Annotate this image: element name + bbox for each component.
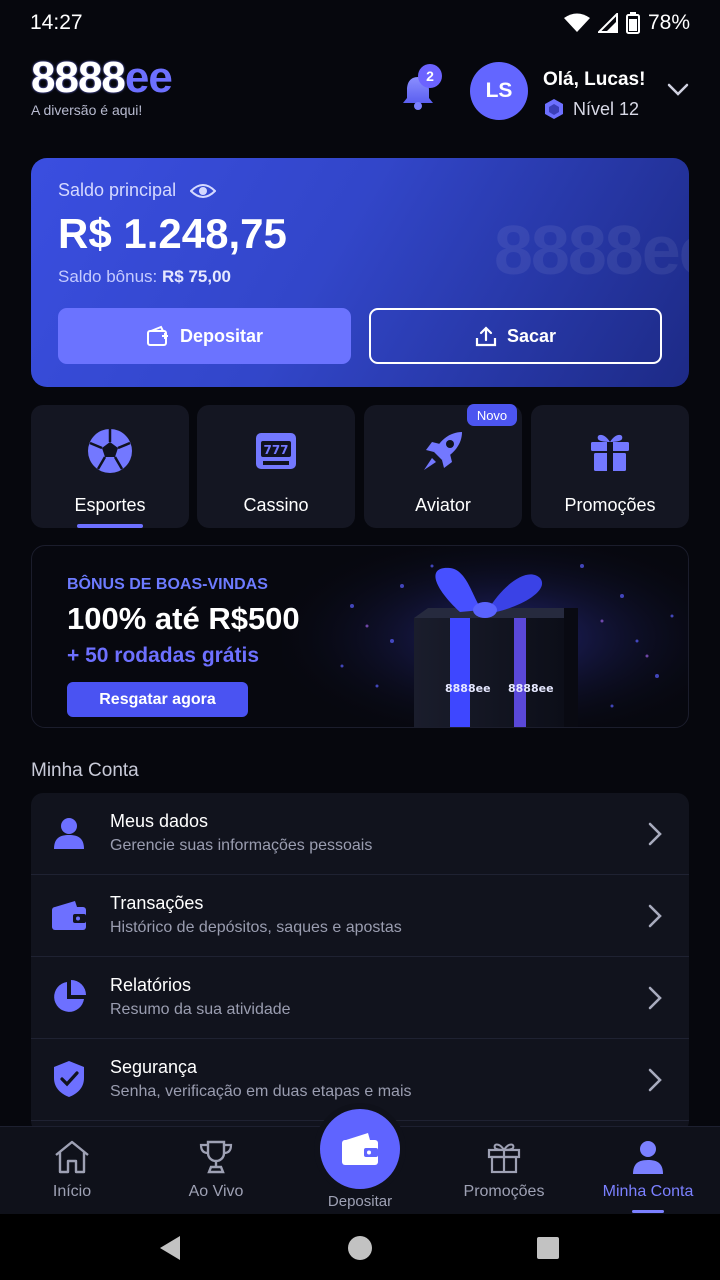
- tile-promocoes[interactable]: Promoções: [531, 405, 689, 528]
- soccer-ball-icon: [88, 429, 132, 473]
- status-icons: 78%: [563, 11, 690, 35]
- chevron-right-icon: [648, 904, 662, 928]
- balance-label: Saldo principal: [58, 180, 177, 200]
- home-icon: [55, 1140, 89, 1174]
- deposit-button-label: Depositar: [179, 325, 264, 346]
- withdraw-button-label: Sacar: [506, 325, 557, 346]
- status-time: 14:27: [30, 11, 83, 34]
- user-icon: [54, 818, 84, 849]
- user-level-text: Nível 12: [573, 98, 640, 119]
- menu-item-transacoes[interactable]: Transações Histórico de depósitos, saque…: [31, 875, 689, 957]
- menu-item-relatorios[interactable]: Relatórios Resumo da sua atividade: [31, 957, 689, 1039]
- recents-icon[interactable]: [536, 1236, 560, 1260]
- notification-count-badge: 2: [418, 64, 442, 88]
- home-circle-icon[interactable]: [347, 1235, 373, 1261]
- tile-active-indicator: [77, 524, 143, 528]
- gift-box-illustration: 8888ee 8888ee: [282, 546, 688, 727]
- app-header: 8888ee A diversão é aqui! 2 LS Olá, Luca…: [0, 52, 720, 142]
- user-greeting: Olá, Lucas!: [543, 69, 646, 90]
- tile-label: Cassino: [243, 495, 309, 515]
- new-badge: Novo: [467, 404, 517, 426]
- account-section-title: Minha Conta: [31, 760, 139, 781]
- balance-amount: R$ 1.248,75: [58, 210, 287, 257]
- status-bar: 14:27 78%: [0, 0, 720, 46]
- chevron-right-icon: [648, 1068, 662, 1092]
- balance-label-row: Saldo principal: [58, 180, 217, 201]
- logo-text-accent: ee: [124, 53, 173, 102]
- avatar[interactable]: LS: [470, 62, 528, 120]
- promo-title: 100% até R$500: [67, 601, 300, 636]
- nav-label: Promoções: [463, 1183, 545, 1200]
- user-level: Nível 12: [543, 98, 639, 120]
- menu-item-subtitle: Histórico de depósitos, saques e apostas: [110, 919, 402, 936]
- system-navigation-bar: [0, 1214, 720, 1280]
- bonus-value: R$ 75,00: [161, 267, 231, 286]
- promo-kicker: BÔNUS DE BOAS-VINDAS: [67, 576, 268, 593]
- chevron-right-icon: [648, 822, 662, 846]
- tile-label: Esportes: [74, 495, 146, 515]
- svg-text:777: 777: [263, 443, 288, 457]
- claim-bonus-button[interactable]: Resgatar agora: [67, 682, 248, 717]
- nav-active-indicator: [632, 1210, 664, 1213]
- box-logo-left: 8888ee: [445, 682, 491, 695]
- bonus-label: Saldo bônus:: [58, 267, 158, 286]
- nav-promocoes[interactable]: Promoções: [448, 1127, 560, 1215]
- wallet-icon: [52, 901, 86, 930]
- welcome-bonus-banner[interactable]: 8888ee 8888ee BÔNUS DE BOAS-VINDAS 100% …: [31, 545, 689, 728]
- menu-item-title: Transações: [110, 893, 204, 913]
- balance-card: 8888ee Saldo principal R$ 1.248,75 Saldo…: [31, 158, 689, 387]
- deposit-fab-button[interactable]: [320, 1109, 400, 1189]
- promo-subtitle: + 50 rodadas grátis: [67, 644, 260, 667]
- trophy-icon: [199, 1140, 233, 1174]
- nav-label: Minha Conta: [602, 1183, 694, 1200]
- gift-outline-icon: [487, 1143, 521, 1174]
- tile-cassino[interactable]: 777 Cassino: [197, 405, 355, 528]
- tile-label: Promoções: [564, 495, 656, 515]
- eye-icon[interactable]: [190, 182, 217, 200]
- nav-label-depositar[interactable]: Depositar: [300, 1193, 420, 1210]
- chevron-down-icon[interactable]: [666, 82, 690, 98]
- balance-watermark: 8888ee: [494, 211, 689, 289]
- rocket-icon: [424, 432, 462, 470]
- menu-item-subtitle: Gerencie suas informações pessoais: [110, 837, 373, 854]
- wifi-icon: [563, 13, 590, 32]
- brand-logo[interactable]: 8888ee A diversão é aqui!: [31, 53, 173, 119]
- brand-tagline: A diversão é aqui!: [31, 102, 143, 118]
- gift-icon: [591, 434, 629, 471]
- bonus-balance: Saldo bônus: R$ 75,00: [58, 267, 231, 287]
- chevron-right-icon: [648, 986, 662, 1010]
- menu-item-title: Segurança: [110, 1057, 198, 1077]
- box-logo-right: 8888ee: [508, 682, 554, 695]
- tile-label: Aviator: [415, 495, 471, 515]
- menu-item-subtitle: Senha, verificação em duas etapas e mais: [110, 1083, 412, 1100]
- nav-minha-conta[interactable]: Minha Conta: [590, 1127, 706, 1215]
- pie-chart-icon: [54, 980, 86, 1012]
- tile-esportes[interactable]: Esportes: [31, 405, 189, 528]
- menu-item-meus-dados[interactable]: Meus dados Gerencie suas informações pes…: [31, 793, 689, 875]
- upload-icon: [475, 326, 497, 347]
- account-menu-list: Meus dados Gerencie suas informações pes…: [31, 793, 689, 1133]
- wallet-icon: [342, 1133, 378, 1165]
- menu-item-subtitle: Resumo da sua atividade: [110, 1001, 291, 1018]
- nav-inicio[interactable]: Início: [30, 1127, 114, 1215]
- signal-icon: [597, 13, 618, 33]
- menu-item-title: Relatórios: [110, 975, 192, 995]
- nav-label: Ao Vivo: [188, 1183, 244, 1200]
- withdraw-button[interactable]: Sacar: [369, 308, 662, 364]
- back-icon[interactable]: [158, 1235, 182, 1261]
- wallet-plus-icon: [146, 325, 168, 346]
- battery-percent: 78%: [647, 11, 690, 34]
- slot-machine-icon: 777: [256, 433, 296, 469]
- nav-label: Início: [52, 1183, 92, 1200]
- menu-item-title: Meus dados: [110, 811, 209, 831]
- logo-text-main: 8888: [31, 53, 126, 102]
- user-icon: [633, 1141, 663, 1174]
- battery-icon: [625, 12, 640, 34]
- shield-icon: [54, 1061, 84, 1097]
- deposit-button[interactable]: Depositar: [58, 308, 351, 364]
- nav-ao-vivo[interactable]: Ao Vivo: [168, 1127, 264, 1215]
- level-hexagon-icon: [545, 99, 563, 119]
